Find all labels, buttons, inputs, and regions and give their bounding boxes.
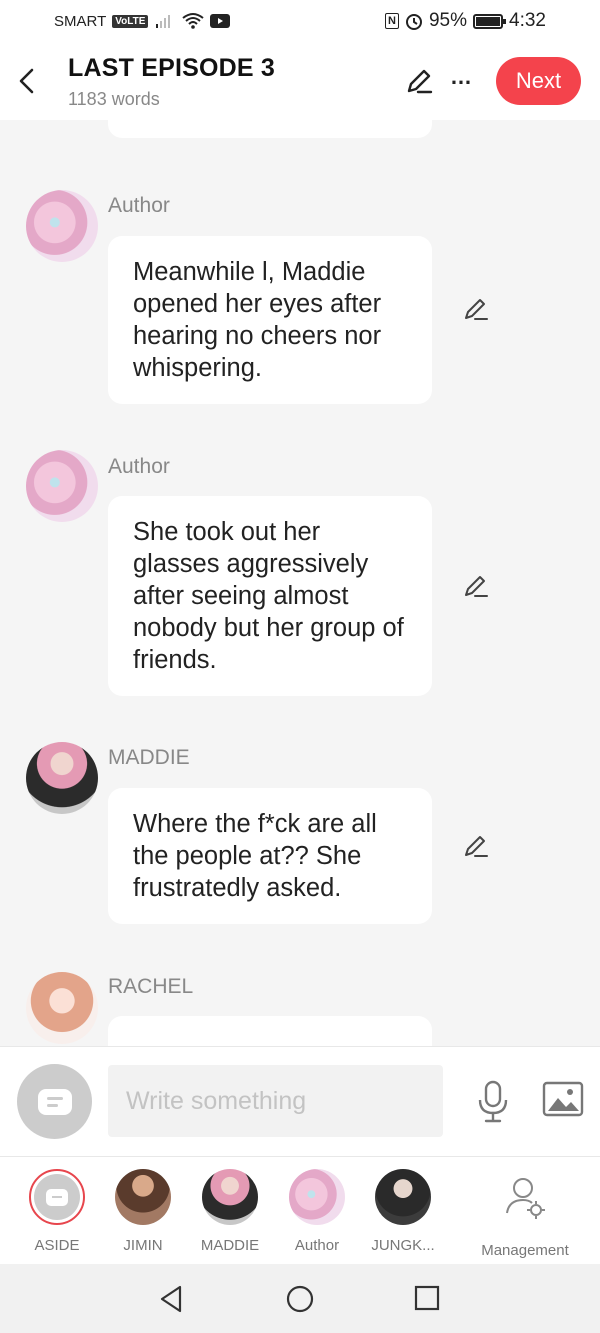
author-avatar[interactable] [26, 450, 98, 522]
image-icon[interactable] [542, 1081, 584, 1117]
author-avatar[interactable] [26, 190, 98, 262]
nav-back-icon[interactable] [158, 1284, 186, 1314]
more-options-button[interactable]: … [450, 64, 473, 90]
character-jimin[interactable]: JIMIN [103, 1169, 183, 1254]
chat-area[interactable]: Author Meanwhile l, Maddie opened her ey… [0, 120, 600, 1046]
message-bubble[interactable]: Where the f*ck are all the people at?? S… [108, 788, 432, 924]
edit-icon[interactable] [404, 66, 434, 96]
management-icon [506, 1178, 545, 1219]
speaker-name: MADDIE [108, 746, 190, 769]
signal-icon [156, 15, 171, 28]
message-bubble[interactable]: Meanwhile l, Maddie opened her eyes afte… [108, 236, 432, 404]
battery-percent: 95% [428, 10, 468, 31]
battery-icon [473, 13, 507, 29]
message-bubble[interactable] [108, 1016, 432, 1046]
edit-message-icon[interactable] [462, 295, 490, 323]
character-label: MADDIE [200, 1237, 260, 1254]
microphone-icon[interactable] [476, 1080, 510, 1124]
aside-toggle-button[interactable] [17, 1064, 92, 1139]
maddie-avatar [202, 1169, 258, 1225]
character-tray: ASIDE JIMIN MADDIE Author JUNGK... Manag… [0, 1156, 600, 1265]
header: LAST EPISODE 3 1183 words … Next [0, 44, 600, 120]
management-button[interactable]: Management [475, 1169, 575, 1259]
system-nav-bar [0, 1264, 600, 1333]
message-bubble[interactable]: She took out her glasses aggressively af… [108, 496, 432, 696]
rachel-avatar[interactable] [26, 972, 98, 1044]
wifi-icon [182, 13, 205, 29]
jimin-avatar [115, 1169, 171, 1225]
message-input[interactable] [108, 1065, 443, 1137]
aside-icon [46, 1188, 68, 1206]
aside-icon [37, 1088, 72, 1115]
speaker-name: Author [108, 194, 170, 217]
character-label: Author [294, 1237, 340, 1254]
jungk-avatar [375, 1169, 431, 1225]
nfc-icon: N [385, 13, 399, 29]
volte-badge: VoLTE [112, 14, 149, 28]
page-title: LAST EPISODE 3 [68, 54, 276, 82]
character-label: JIMIN [123, 1237, 163, 1254]
next-button[interactable]: Next [496, 57, 581, 105]
speaker-name: Author [108, 455, 170, 478]
nav-home-icon[interactable] [285, 1284, 315, 1314]
character-aside[interactable]: ASIDE [17, 1169, 97, 1254]
back-icon[interactable] [16, 66, 38, 96]
clock: 4:32 [509, 10, 546, 31]
character-label: JUNGK... [371, 1237, 435, 1254]
message-bubble[interactable] [108, 120, 432, 138]
character-maddie[interactable]: MADDIE [190, 1169, 270, 1254]
maddie-avatar[interactable] [26, 742, 98, 814]
carrier-label: SMART [54, 12, 107, 30]
play-icon [210, 14, 231, 28]
edit-message-icon[interactable] [462, 832, 490, 860]
author-avatar [289, 1169, 345, 1225]
alarm-icon [405, 14, 422, 30]
status-bar: SMART VoLTE N 95% 4:32 [0, 0, 600, 44]
word-count: 1183 words [68, 89, 160, 109]
nav-recents-icon[interactable] [414, 1285, 440, 1311]
edit-message-icon[interactable] [462, 572, 490, 600]
input-bar [0, 1046, 600, 1157]
aside-avatar [29, 1169, 85, 1225]
character-label: Management [481, 1242, 569, 1259]
character-label: ASIDE [34, 1237, 80, 1254]
character-author[interactable]: Author [277, 1169, 357, 1254]
speaker-name: RACHEL [108, 975, 194, 998]
character-jungk[interactable]: JUNGK... [363, 1169, 443, 1254]
